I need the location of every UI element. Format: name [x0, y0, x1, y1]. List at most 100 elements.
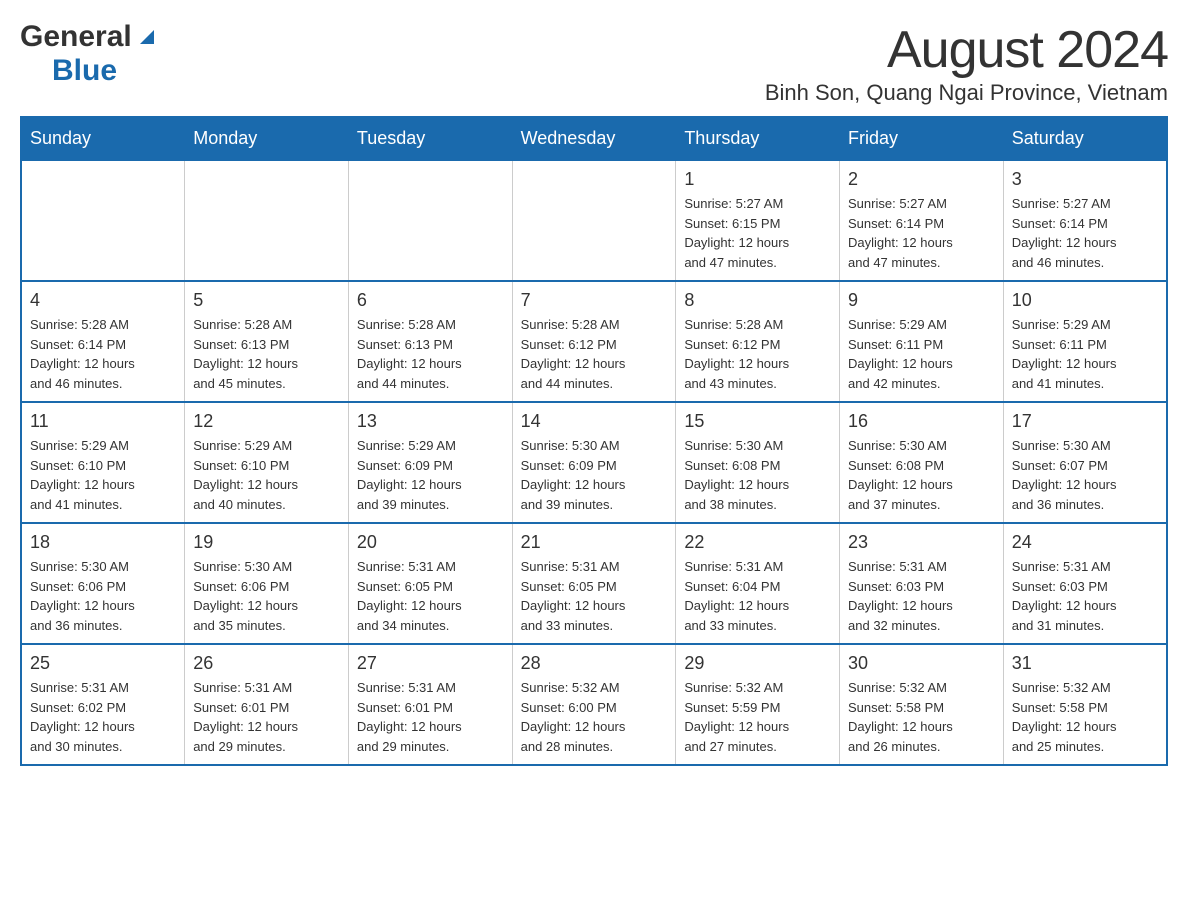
day-number: 30	[848, 653, 995, 674]
calendar-header-friday: Friday	[840, 117, 1004, 160]
calendar-cell: 15 Sunrise: 5:30 AM Sunset: 6:08 PM Dayli…	[676, 402, 840, 523]
calendar-cell: 8Sunrise: 5:28 AM Sunset: 6:12 PM Daylig…	[676, 281, 840, 402]
calendar-cell: 29Sunrise: 5:32 AM Sunset: 5:59 PM Dayli…	[676, 644, 840, 765]
calendar-week-3: 11 Sunrise: 5:29 AM Sunset: 6:10 PM Dayli…	[21, 402, 1167, 523]
day-info: Sunrise: 5:31 AM Sunset: 6:03 PM Dayligh…	[1012, 557, 1158, 635]
day-info: Sunrise: 5:28 AM Sunset: 6:13 PM Dayligh…	[193, 315, 340, 393]
calendar-week-2: 4 Sunrise: 5:28 AM Sunset: 6:14 PM Daylig…	[21, 281, 1167, 402]
calendar-week-1: 1 Sunrise: 5:27 AM Sunset: 6:15 PM Daylig…	[21, 160, 1167, 281]
day-number: 17	[1012, 411, 1158, 432]
calendar-cell: 1 Sunrise: 5:27 AM Sunset: 6:15 PM Daylig…	[676, 160, 840, 281]
calendar-cell: 13 Sunrise: 5:29 AM Sunset: 6:09 PM Dayli…	[348, 402, 512, 523]
day-info: Sunrise: 5:27 AM Sunset: 6:14 PM Dayligh…	[1012, 194, 1158, 272]
day-number: 3	[1012, 169, 1158, 190]
day-number: 25	[30, 653, 176, 674]
calendar-cell: 12 Sunrise: 5:29 AM Sunset: 6:10 PM Dayli…	[185, 402, 349, 523]
day-number: 31	[1012, 653, 1158, 674]
day-info: Sunrise: 5:28 AM Sunset: 6:12 PM Dayligh…	[521, 315, 668, 393]
day-info: Sunrise: 5:31 AM Sunset: 6:05 PM Dayligh…	[357, 557, 504, 635]
day-number: 15	[684, 411, 831, 432]
day-info: Sunrise: 5:31 AM Sunset: 6:04 PM Dayligh…	[684, 557, 831, 635]
day-number: 22	[684, 532, 831, 553]
calendar-header-tuesday: Tuesday	[348, 117, 512, 160]
calendar-cell: 4 Sunrise: 5:28 AM Sunset: 6:14 PM Daylig…	[21, 281, 185, 402]
calendar-cell: 24 Sunrise: 5:31 AM Sunset: 6:03 PM Dayli…	[1003, 523, 1167, 644]
day-number: 24	[1012, 532, 1158, 553]
day-number: 16	[848, 411, 995, 432]
day-number: 13	[357, 411, 504, 432]
calendar-cell: 14Sunrise: 5:30 AM Sunset: 6:09 PM Dayli…	[512, 402, 676, 523]
calendar-cell: 3 Sunrise: 5:27 AM Sunset: 6:14 PM Daylig…	[1003, 160, 1167, 281]
calendar-cell: 25 Sunrise: 5:31 AM Sunset: 6:02 PM Dayli…	[21, 644, 185, 765]
day-number: 26	[193, 653, 340, 674]
day-number: 7	[521, 290, 668, 311]
calendar-cell: 28Sunrise: 5:32 AM Sunset: 6:00 PM Dayli…	[512, 644, 676, 765]
day-info: Sunrise: 5:31 AM Sunset: 6:01 PM Dayligh…	[193, 678, 340, 756]
calendar-header-wednesday: Wednesday	[512, 117, 676, 160]
day-info: Sunrise: 5:31 AM Sunset: 6:03 PM Dayligh…	[848, 557, 995, 635]
day-info: Sunrise: 5:31 AM Sunset: 6:01 PM Dayligh…	[357, 678, 504, 756]
page-header: General Blue August 2024 Binh Son, Quang…	[20, 20, 1168, 106]
calendar-cell: 6Sunrise: 5:28 AM Sunset: 6:13 PM Daylig…	[348, 281, 512, 402]
day-number: 12	[193, 411, 340, 432]
calendar-cell	[348, 160, 512, 281]
day-number: 2	[848, 169, 995, 190]
calendar-week-5: 25 Sunrise: 5:31 AM Sunset: 6:02 PM Dayli…	[21, 644, 1167, 765]
day-info: Sunrise: 5:28 AM Sunset: 6:14 PM Dayligh…	[30, 315, 176, 393]
calendar-cell: 5Sunrise: 5:28 AM Sunset: 6:13 PM Daylig…	[185, 281, 349, 402]
day-number: 11	[30, 411, 176, 432]
day-info: Sunrise: 5:30 AM Sunset: 6:07 PM Dayligh…	[1012, 436, 1158, 514]
day-info: Sunrise: 5:29 AM Sunset: 6:09 PM Dayligh…	[357, 436, 504, 514]
calendar-cell: 18 Sunrise: 5:30 AM Sunset: 6:06 PM Dayli…	[21, 523, 185, 644]
day-info: Sunrise: 5:30 AM Sunset: 6:06 PM Dayligh…	[30, 557, 176, 635]
calendar-table: SundayMondayTuesdayWednesdayThursdayFrid…	[20, 116, 1168, 766]
location-subtitle: Binh Son, Quang Ngai Province, Vietnam	[765, 80, 1168, 106]
calendar-header-sunday: Sunday	[21, 117, 185, 160]
day-info: Sunrise: 5:31 AM Sunset: 6:02 PM Dayligh…	[30, 678, 176, 756]
logo-general-text: General	[20, 20, 132, 54]
day-number: 23	[848, 532, 995, 553]
logo: General Blue	[20, 20, 158, 88]
day-info: Sunrise: 5:28 AM Sunset: 6:12 PM Dayligh…	[684, 315, 831, 393]
day-number: 10	[1012, 290, 1158, 311]
day-info: Sunrise: 5:30 AM Sunset: 6:06 PM Dayligh…	[193, 557, 340, 635]
day-info: Sunrise: 5:29 AM Sunset: 6:11 PM Dayligh…	[848, 315, 995, 393]
calendar-cell: 7 Sunrise: 5:28 AM Sunset: 6:12 PM Daylig…	[512, 281, 676, 402]
day-info: Sunrise: 5:29 AM Sunset: 6:11 PM Dayligh…	[1012, 315, 1158, 393]
calendar-header-row: SundayMondayTuesdayWednesdayThursdayFrid…	[21, 117, 1167, 160]
calendar-cell: 16 Sunrise: 5:30 AM Sunset: 6:08 PM Dayli…	[840, 402, 1004, 523]
calendar-cell: 22 Sunrise: 5:31 AM Sunset: 6:04 PM Dayli…	[676, 523, 840, 644]
calendar-cell	[21, 160, 185, 281]
logo-triangle-icon	[136, 26, 158, 53]
calendar-week-4: 18 Sunrise: 5:30 AM Sunset: 6:06 PM Dayli…	[21, 523, 1167, 644]
day-number: 4	[30, 290, 176, 311]
month-title: August 2024	[765, 20, 1168, 80]
day-info: Sunrise: 5:29 AM Sunset: 6:10 PM Dayligh…	[30, 436, 176, 514]
calendar-cell: 19 Sunrise: 5:30 AM Sunset: 6:06 PM Dayli…	[185, 523, 349, 644]
calendar-cell: 31 Sunrise: 5:32 AM Sunset: 5:58 PM Dayli…	[1003, 644, 1167, 765]
calendar-header-saturday: Saturday	[1003, 117, 1167, 160]
calendar-cell: 11 Sunrise: 5:29 AM Sunset: 6:10 PM Dayli…	[21, 402, 185, 523]
day-info: Sunrise: 5:32 AM Sunset: 5:58 PM Dayligh…	[1012, 678, 1158, 756]
day-number: 19	[193, 532, 340, 553]
day-number: 29	[684, 653, 831, 674]
day-number: 18	[30, 532, 176, 553]
calendar-cell: 10 Sunrise: 5:29 AM Sunset: 6:11 PM Dayli…	[1003, 281, 1167, 402]
day-number: 1	[684, 169, 831, 190]
calendar-header-thursday: Thursday	[676, 117, 840, 160]
day-number: 6	[357, 290, 504, 311]
day-number: 9	[848, 290, 995, 311]
day-info: Sunrise: 5:31 AM Sunset: 6:05 PM Dayligh…	[521, 557, 668, 635]
calendar-cell: 9 Sunrise: 5:29 AM Sunset: 6:11 PM Daylig…	[840, 281, 1004, 402]
calendar-cell: 27Sunrise: 5:31 AM Sunset: 6:01 PM Dayli…	[348, 644, 512, 765]
calendar-cell: 20Sunrise: 5:31 AM Sunset: 6:05 PM Dayli…	[348, 523, 512, 644]
day-info: Sunrise: 5:30 AM Sunset: 6:08 PM Dayligh…	[848, 436, 995, 514]
calendar-cell: 2Sunrise: 5:27 AM Sunset: 6:14 PM Daylig…	[840, 160, 1004, 281]
title-area: August 2024 Binh Son, Quang Ngai Provinc…	[765, 20, 1168, 106]
calendar-cell: 30Sunrise: 5:32 AM Sunset: 5:58 PM Dayli…	[840, 644, 1004, 765]
day-number: 14	[521, 411, 668, 432]
day-info: Sunrise: 5:30 AM Sunset: 6:08 PM Dayligh…	[684, 436, 831, 514]
calendar-header-monday: Monday	[185, 117, 349, 160]
day-info: Sunrise: 5:27 AM Sunset: 6:15 PM Dayligh…	[684, 194, 831, 272]
day-info: Sunrise: 5:29 AM Sunset: 6:10 PM Dayligh…	[193, 436, 340, 514]
